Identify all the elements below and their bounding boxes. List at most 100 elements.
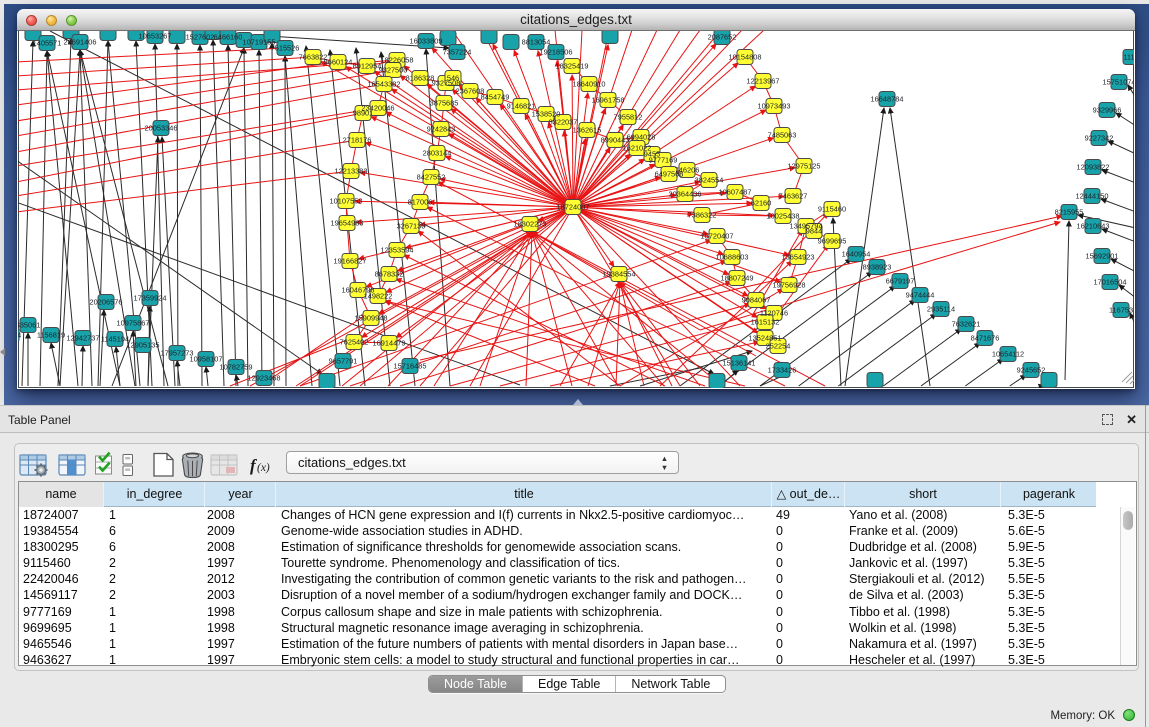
svg-text:7357224: 7357224 [443, 48, 472, 57]
svg-text:12905135: 12905135 [127, 341, 160, 350]
svg-text:9327500: 9327500 [379, 66, 408, 75]
svg-text:8427552: 8427552 [417, 173, 446, 182]
svg-text:3875685: 3875685 [430, 99, 459, 108]
svg-text:1527602: 1527602 [186, 33, 215, 42]
svg-text:10107553: 10107553 [330, 197, 363, 206]
svg-text:9245652: 9245652 [1017, 366, 1046, 375]
svg-text:20053346: 20053346 [145, 124, 178, 133]
svg-text:18724007: 18724007 [557, 203, 590, 212]
svg-text:8912954: 8912954 [353, 62, 382, 71]
svg-text:8678332: 8678332 [375, 270, 404, 279]
svg-text:7955812: 7955812 [614, 113, 643, 122]
svg-text:9146821: 9146821 [507, 102, 536, 111]
svg-text:3824554: 3824554 [695, 176, 724, 185]
svg-text:12213383: 12213383 [335, 167, 368, 176]
svg-text:62160: 62160 [751, 199, 772, 208]
svg-text:1156819: 1156819 [37, 331, 65, 340]
svg-text:1145194: 1145194 [101, 335, 129, 344]
svg-text:7463627: 7463627 [779, 192, 808, 201]
svg-text:15909948: 15909948 [355, 314, 388, 323]
svg-text:20691406: 20691406 [64, 38, 97, 47]
svg-text:9657791: 9657791 [329, 357, 358, 366]
svg-text:1362615: 1362615 [573, 126, 602, 135]
svg-text:1640954: 1640954 [842, 250, 871, 259]
svg-text:16033809: 16033809 [410, 37, 443, 46]
svg-text:10154808: 10154808 [729, 53, 762, 62]
svg-text:1498222: 1498222 [364, 292, 393, 301]
svg-text:746206: 746206 [675, 166, 700, 175]
svg-text:15751074: 15751074 [1103, 78, 1134, 87]
svg-text:12213967: 12213967 [747, 77, 780, 86]
svg-text:12923468: 12923468 [248, 374, 281, 383]
svg-text:10782759: 10782759 [220, 363, 253, 372]
svg-text:18640910: 18640910 [573, 80, 606, 89]
svg-text:7515526: 7515526 [271, 44, 300, 53]
svg-text:39154: 39154 [18, 331, 21, 340]
svg-text:20206576: 20206576 [90, 298, 123, 307]
svg-text:1615132: 1615132 [751, 318, 780, 327]
svg-text:7625402: 7625402 [340, 338, 369, 347]
svg-text:2803144: 2803144 [423, 149, 452, 158]
svg-text:13654923: 13654923 [782, 253, 815, 262]
svg-text:8813054: 8813054 [522, 38, 551, 47]
svg-text:9777169: 9777169 [649, 156, 678, 165]
svg-text:8471676: 8471676 [971, 334, 1000, 343]
svg-text:18325419: 18325419 [556, 62, 589, 71]
svg-text:10025438: 10025438 [767, 212, 800, 221]
svg-text:9227342: 9227342 [1085, 134, 1114, 143]
svg-text:10688603: 10688603 [716, 253, 749, 262]
svg-text:10654112: 10654112 [992, 350, 1024, 359]
svg-text:10653267: 10653267 [139, 32, 172, 41]
svg-text:1120746: 1120746 [760, 309, 788, 318]
svg-text:9660124: 9660124 [324, 58, 353, 67]
svg-text:2367608: 2367608 [456, 87, 485, 96]
svg-text:3267130: 3267130 [397, 222, 426, 231]
svg-text:6466160: 6466160 [214, 33, 243, 42]
svg-text:8454749: 8454749 [481, 93, 510, 102]
svg-text:19218506: 19218506 [540, 48, 573, 57]
svg-text:19756928: 19756928 [773, 281, 806, 290]
svg-text:6679197: 6679197 [886, 277, 915, 286]
svg-text:10607487: 10607487 [719, 188, 752, 197]
svg-text:7386322: 7386322 [688, 211, 717, 220]
svg-text:6994028: 6994028 [627, 133, 656, 142]
svg-text:15692901: 15692901 [1086, 252, 1119, 261]
svg-text:835061: 835061 [18, 321, 40, 330]
svg-text:8938923: 8938923 [863, 263, 892, 272]
svg-text:9329966: 9329966 [1093, 106, 1122, 115]
svg-text:17016504: 17016504 [1094, 278, 1127, 287]
svg-text:7485063: 7485063 [768, 131, 797, 140]
svg-text:15720407: 15720407 [701, 232, 734, 241]
svg-text:2087652: 2087652 [708, 33, 737, 42]
svg-text:2718176: 2718176 [343, 136, 372, 145]
svg-text:9115460: 9115460 [818, 205, 846, 214]
svg-text:9242843: 9242843 [427, 125, 456, 134]
svg-text:(x): (x) [257, 462, 270, 474]
svg-text:15716485: 15716485 [394, 362, 427, 371]
svg-text:1733426: 1733426 [768, 366, 797, 375]
svg-text:9844: 9844 [806, 227, 822, 236]
svg-text:12353594: 12353594 [381, 246, 414, 255]
svg-text:9699695: 9699695 [818, 237, 847, 246]
svg-text:10958107: 10958107 [190, 355, 223, 364]
svg-text:98901: 98901 [353, 109, 374, 118]
svg-text:10975867: 10975867 [117, 319, 150, 328]
svg-text:9474444: 9474444 [906, 291, 935, 300]
svg-text:12444150: 12444150 [1076, 192, 1109, 201]
svg-text:8215955: 8215955 [1055, 208, 1084, 217]
svg-text:16648784: 16648784 [871, 95, 904, 104]
svg-text:116753: 116753 [1109, 306, 1133, 315]
svg-text:19384554: 19384554 [603, 270, 636, 279]
svg-text:19166827: 19166827 [334, 257, 367, 266]
svg-text:817006: 817006 [408, 198, 433, 207]
svg-text:8186328: 8186328 [406, 74, 435, 83]
svg-text:20364436: 20364436 [669, 190, 702, 199]
svg-text:17359924: 17359924 [134, 294, 167, 303]
svg-text:12942737: 12942737 [67, 334, 100, 343]
svg-text:7663822: 7663822 [299, 53, 328, 62]
svg-text:252254: 252254 [766, 342, 791, 351]
svg-text:18807249: 18807249 [721, 274, 754, 283]
svg-text:16543382: 16543382 [368, 80, 401, 89]
svg-text:7632621: 7632621 [952, 320, 981, 329]
svg-text:1405571: 1405571 [33, 39, 62, 48]
